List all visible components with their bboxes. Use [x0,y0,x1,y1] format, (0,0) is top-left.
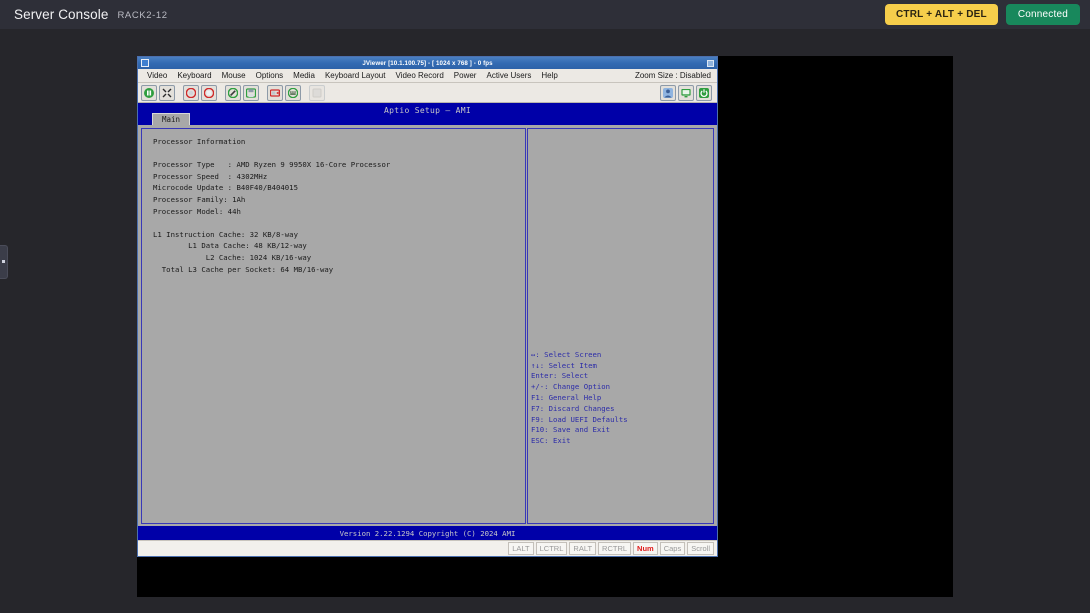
menu-item-help[interactable]: Help [536,71,562,80]
section-heading: Processor Information [153,136,525,148]
bios-footer: Version 2.22.1294 Copyright (C) 2024 AMI [138,526,717,540]
host-label: RACK2-12 [117,10,167,21]
jviewer-status-bar: LALT LCTRL RALT RCTRL Num Caps Scroll [138,540,717,556]
l2-cache-line: L2 Cache: 1024 KB/16-way [153,252,525,264]
status-key-caps[interactable]: Caps [660,542,686,555]
toolbar-right-group [660,85,714,101]
power-icon[interactable] [696,85,712,101]
processor-speed-line: Processor Speed : 4302MHz [153,171,525,183]
status-key-scroll[interactable]: Scroll [687,542,714,555]
menu-item-active-users[interactable]: Active Users [481,71,536,80]
sidebar-pull-tab[interactable] [0,245,8,279]
menu-item-options[interactable]: Options [251,71,289,80]
bios-header: Aptio Setup – AMI Main [138,103,717,125]
tab-main[interactable]: Main [152,113,190,125]
bios-help-panel: ↔: Select Screen ↑↓: Select Item Enter: … [527,128,714,524]
l3-cache-line: Total L3 Cache per Socket: 64 MB/16-way [153,264,525,276]
status-key-lalt[interactable]: LALT [508,542,533,555]
menu-item-mouse[interactable]: Mouse [217,71,251,80]
status-key-rctrl[interactable]: RCTRL [598,542,631,555]
virtual-keyboard-icon[interactable] [285,85,301,101]
help-select-screen: ↔: Select Screen [531,350,716,361]
full-screen-icon[interactable] [159,85,175,101]
bios-tab-bar: Main [152,113,190,125]
help-discard-changes: F7: Discard Changes [531,404,716,415]
menu-item-video-record[interactable]: Video Record [390,71,448,80]
save-disk-icon[interactable] [243,85,259,101]
help-key-list: ↔: Select Screen ↑↓: Select Item Enter: … [531,350,716,447]
processor-model-line: Processor Model: 44h [153,206,525,218]
status-key-num[interactable]: Num [633,542,658,555]
app-top-bar: Server Console RACK2-12 CTRL + ALT + DEL… [0,0,1090,29]
bios-info-panel: Processor Information Processor Type : A… [141,128,526,524]
camera-record-icon[interactable] [267,85,283,101]
microcode-update-line: Microcode Update : B40F40/B404015 [153,182,525,194]
bios-screen: Aptio Setup – AMI Main Processor Informa… [138,103,717,540]
l1-instruction-cache-line: L1 Instruction Cache: 32 KB/8-way [153,229,525,241]
help-enter-select: Enter: Select [531,371,716,382]
jviewer-window: JViewer [10.1.100.75] - [ 1024 x 768 ] -… [137,56,718,557]
help-exit: ESC: Exit [531,436,716,447]
help-select-item: ↑↓: Select Item [531,361,716,372]
connection-status-badge: Connected [1006,4,1080,25]
refresh-icon [309,85,325,101]
pen-draw-icon[interactable] [225,85,241,101]
help-change-option: +/-: Change Option [531,382,716,393]
bios-title: Aptio Setup – AMI [138,106,717,115]
menu-item-media[interactable]: Media [288,71,320,80]
menu-item-keyboard[interactable]: Keyboard [172,71,216,80]
pull-tab-dot [2,260,5,263]
zoom-size-label: Zoom Size : Disabled [635,71,711,80]
record-back-icon[interactable] [183,85,199,101]
jviewer-toolbar [138,83,717,103]
bios-body: Processor Information Processor Type : A… [138,125,717,526]
spacer-1 [153,148,525,160]
monitor-icon[interactable] [678,85,694,101]
pause-video-icon[interactable] [141,85,157,101]
jviewer-menu-bar[interactable]: Video Keyboard Mouse Options Media Keybo… [138,69,717,83]
app-title: Server Console [14,7,108,22]
processor-family-line: Processor Family: 1Ah [153,194,525,206]
help-general-help: F1: General Help [531,393,716,404]
menu-item-keyboard-layout[interactable]: Keyboard Layout [320,71,391,80]
menu-item-video[interactable]: Video [142,71,172,80]
jviewer-title-bar[interactable]: JViewer [10.1.100.75] - [ 1024 x 768 ] -… [138,57,717,69]
help-load-defaults: F9: Load UEFI Defaults [531,415,716,426]
status-key-lctrl[interactable]: LCTRL [536,542,568,555]
help-save-and-exit: F10: Save and Exit [531,425,716,436]
spacer-2 [153,217,525,229]
bios-version-text: Version 2.22.1294 Copyright (C) 2024 AMI [138,529,717,538]
close-icon[interactable] [707,60,714,67]
jviewer-title-text: JViewer [10.1.100.75] - [ 1024 x 768 ] -… [138,60,717,67]
menu-item-power[interactable]: Power [449,71,482,80]
active-users-icon[interactable] [660,85,676,101]
processor-type-line: Processor Type : AMD Ryzen 9 9950X 16-Co… [153,159,525,171]
l1-data-cache-line: L1 Data Cache: 48 KB/12-way [153,240,525,252]
status-key-ralt[interactable]: RALT [569,542,596,555]
stop-record-icon[interactable] [201,85,217,101]
ctrl-alt-del-button[interactable]: CTRL + ALT + DEL [885,4,998,25]
